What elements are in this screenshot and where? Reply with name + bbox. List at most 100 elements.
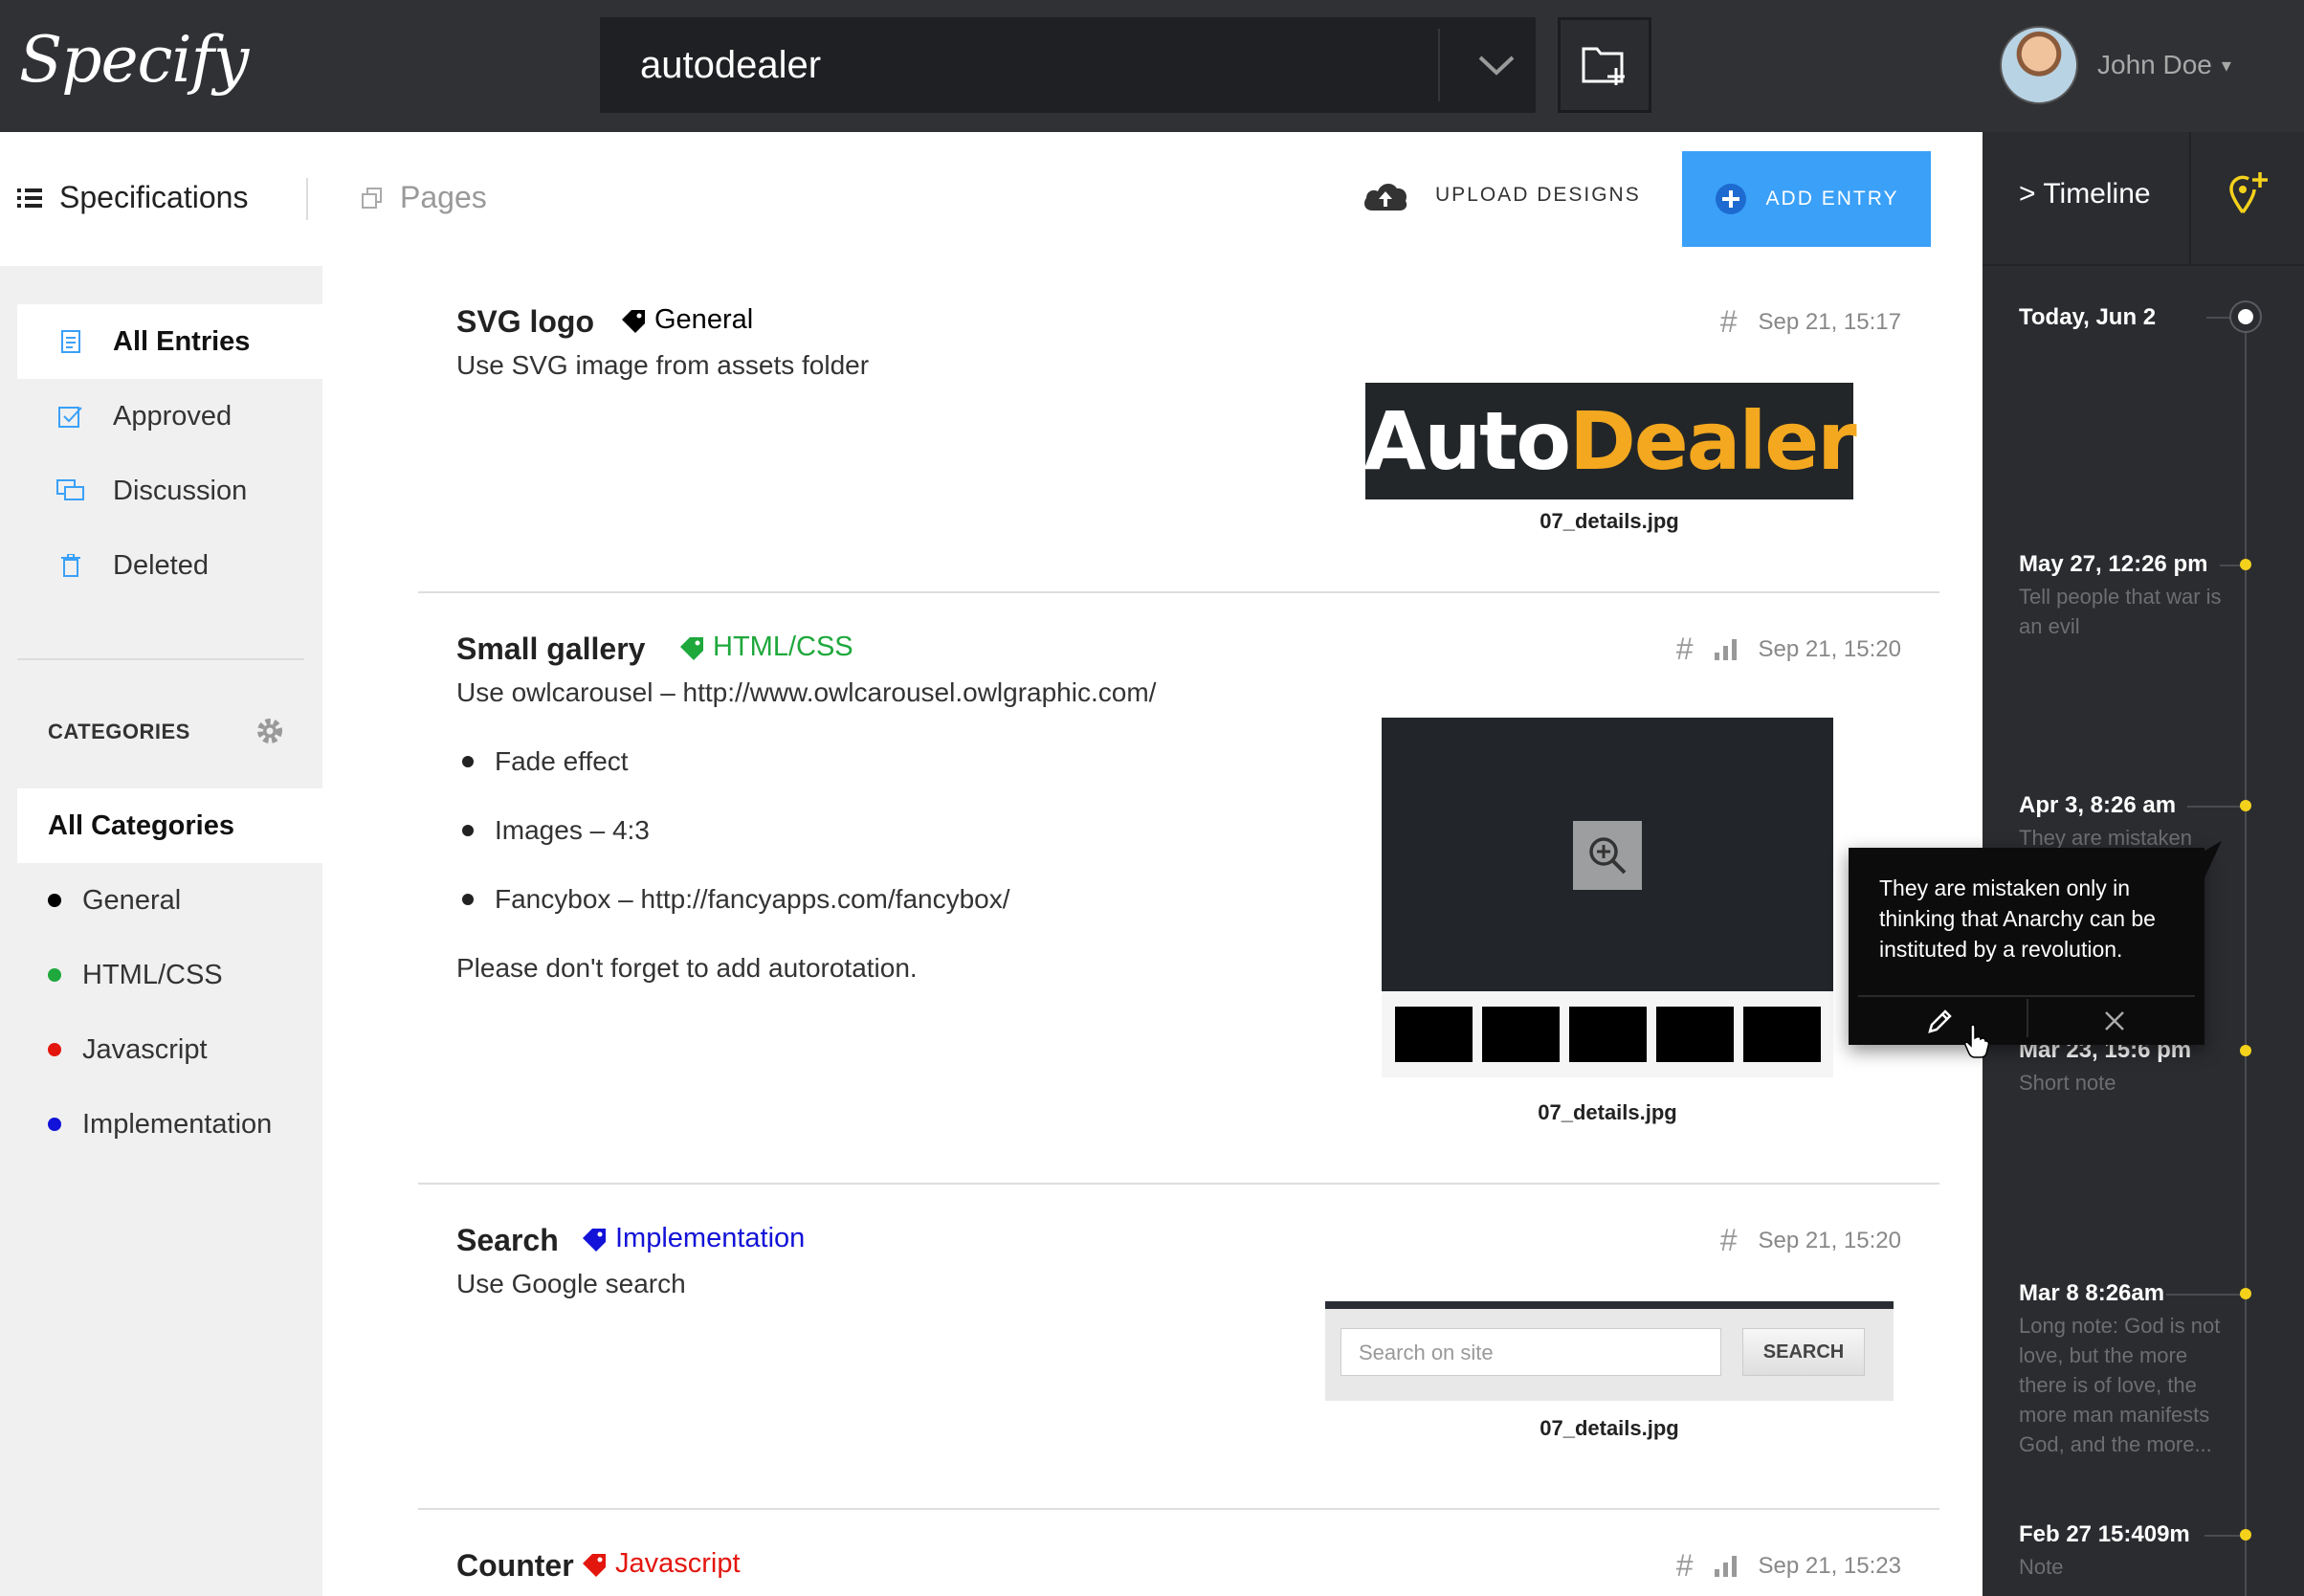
timeline-dot[interactable] [2240,1288,2251,1299]
entry-tag-label: Javascript [615,1548,741,1579]
entry-tag[interactable]: Javascript [581,1548,741,1580]
popover-text: They are mistaken only in thinking that … [1879,876,2156,962]
timeline-note: Note [2019,1555,2064,1579]
app-logo[interactable]: Specify [19,23,249,109]
zoom-in-icon[interactable] [1573,821,1642,890]
close-button[interactable] [2094,1003,2136,1039]
hand-cursor-icon [1964,1024,1990,1058]
timeline-dot[interactable] [2240,1529,2251,1541]
hash-icon[interactable]: # [1720,1223,1738,1258]
entry-meta: # Sep 21, 15:17 [1720,304,1901,340]
sidebar-item-label: Deleted [113,549,209,581]
timeline-date: Today, Jun 2 [2019,304,2157,330]
gallery-thumbnail[interactable] [1743,1007,1821,1062]
nav-divider [306,178,308,220]
entry-image-search[interactable]: Search on site SEARCH [1325,1301,1894,1401]
category-label: General [82,884,182,916]
bar-chart-icon[interactable] [1714,1555,1738,1577]
timeline-item[interactable]: Mar 23, 15:6 pm Short note [2019,1037,2229,1097]
project-select[interactable]: autodealer [600,17,1536,113]
entry-filename[interactable]: 07_details.jpg [1325,1416,1894,1441]
category-html-css[interactable]: HTML/CSS [17,938,322,1012]
timeline-connector [2206,317,2231,319]
timeline-dot[interactable] [2240,800,2251,811]
hash-icon[interactable]: # [1676,632,1694,667]
plus-circle-icon [1715,184,1746,214]
entry-date: Sep 21, 15:23 [1758,1552,1901,1579]
category-implementation[interactable]: Implementation [17,1087,322,1162]
hash-icon[interactable]: # [1676,1548,1694,1584]
category-all[interactable]: All Categories [17,788,322,863]
entry-line: Use SVG image from assets folder [456,350,870,380]
entry-image-autodealer-logo[interactable]: Auto Dealer [1363,383,1857,499]
entry-date: Sep 21, 15:17 [1758,308,1901,335]
add-entry-button[interactable]: ADD ENTRY [1682,151,1931,247]
category-general[interactable]: General [17,863,322,938]
select-divider [1438,29,1440,101]
entry-meta: # Sep 21, 15:20 [1676,632,1901,667]
nav-specifications[interactable]: Specifications [17,180,248,215]
entry-filename[interactable]: 07_details.jpg [1382,1100,1833,1125]
entry-image-gallery[interactable] [1382,718,1833,1077]
approved-icon [52,405,90,428]
category-dot [48,968,61,982]
entries-icon [52,330,90,353]
entry-filename[interactable]: 07_details.jpg [1365,509,1853,534]
caret-down-icon: ▾ [2221,55,2231,77]
hash-icon[interactable]: # [1720,304,1738,340]
gallery-thumbnail[interactable] [1569,1007,1647,1062]
timeline-dot[interactable] [2240,559,2251,570]
upload-designs-label: UPLOAD DESIGNS [1435,184,1641,206]
sidebar-item-label: All Entries [113,325,251,357]
bar-chart-icon[interactable] [1714,638,1738,660]
timeline-note-popover: They are mistaken only in thinking that … [1849,848,2204,1045]
nav-pages[interactable]: Pages [362,180,487,215]
sidebar-item-all-entries[interactable]: All Entries [17,304,322,379]
new-folder-button[interactable] [1558,17,1651,113]
category-label: HTML/CSS [82,959,223,990]
timeline-item[interactable]: May 27, 12:26 pm Tell people that war is… [2019,551,2229,641]
entry-separator [418,1508,1939,1510]
entry-description: Use SVG image from assets folder [456,331,869,400]
edit-button[interactable] [1919,1003,1961,1039]
gallery-thumbnail[interactable] [1656,1007,1734,1062]
timeline-title[interactable]: > Timeline [2019,178,2151,211]
timeline-item[interactable]: Feb 27 15:409m Note [2019,1521,2229,1582]
add-pin-icon[interactable] [2227,170,2270,218]
category-javascript[interactable]: Javascript [17,1012,322,1087]
timeline-connector [2166,1294,2241,1296]
timeline-dot[interactable] [2240,1045,2251,1056]
timeline-axis [2245,318,2247,1596]
avatar [2000,26,2078,104]
timeline-item[interactable]: Today, Jun 2 [2019,304,2229,331]
timeline-item[interactable]: Mar 8 8:26am Long note: God is not love,… [2019,1280,2229,1459]
user-menu[interactable]: John Doe ▾ [2000,25,2231,105]
timeline-connector [2187,806,2241,808]
tag-icon [622,309,645,333]
bullet-item: Fancybox – http://fancyapps.com/fancybox… [456,865,1156,934]
sidebar-item-deleted[interactable]: Deleted [17,528,322,603]
gear-icon[interactable] [255,716,285,746]
entry-title[interactable]: Counter [456,1548,574,1584]
category-label: All Categories [48,809,234,841]
upload-designs-button[interactable]: UPLOAD DESIGNS [1361,178,1641,212]
entry-separator [418,591,1939,593]
sidebar-item-approved[interactable]: Approved [17,379,322,454]
sidebar-divider [17,658,304,660]
sidebar-item-discussion[interactable]: Discussion [17,454,322,528]
gallery-thumbnail[interactable] [1482,1007,1560,1062]
project-select-value: autodealer [640,44,822,86]
pencil-icon [1928,1009,1952,1033]
tag-icon [583,1553,606,1577]
gallery-thumbnail[interactable] [1395,1007,1473,1062]
sub-header: Specifications Pages UPLOAD DESIGNS ADD … [0,132,1983,266]
chevron-down-icon[interactable] [1473,44,1520,86]
user-name: John Doe [2097,50,2212,79]
new-folder-icon [1582,47,1625,85]
entry-separator [418,1183,1939,1185]
timeline-item[interactable]: Apr 3, 8:26 am They are mistaken [2019,792,2229,853]
entry-date: Sep 21, 15:20 [1758,1227,1901,1253]
timeline-note: Short note [2019,1071,2116,1095]
cloud-upload-icon [1364,183,1407,211]
top-bar: Specify autodealer John Doe ▾ [0,0,2304,132]
